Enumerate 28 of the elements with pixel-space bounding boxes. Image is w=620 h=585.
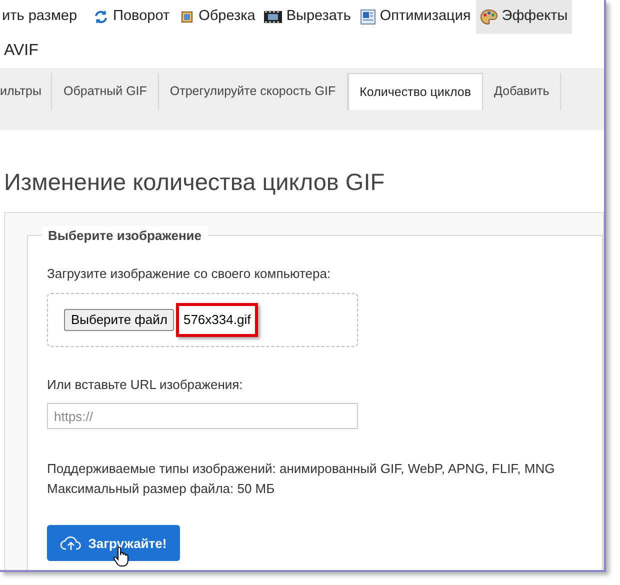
upload-button[interactable]: Загружайте! — [47, 525, 180, 562]
menu-item[interactable]: Вырезать — [260, 0, 355, 34]
choose-file-button[interactable]: Выберите файл — [64, 308, 174, 331]
crop-icon — [178, 9, 195, 25]
tab[interactable]: Количество циклов — [348, 73, 484, 110]
info-text: Максимальный размер файла: 50 МБ — [47, 480, 275, 498]
palette-icon — [480, 9, 498, 25]
submenu-item[interactable]: AVIF — [0, 34, 604, 68]
menu-item[interactable]: Эффекты — [476, 0, 572, 34]
film-strip-icon — [264, 10, 282, 24]
info-text: Поддерживаемые типы изображений: анимированный GIF, WebP, APNG, FLIF, MNG — [47, 460, 555, 478]
cloud-upload-icon — [60, 535, 82, 552]
file-drop-area[interactable]: Выберите файл 576x334.gif — [47, 292, 358, 347]
url-label: Или вставьте URL изображения: — [47, 376, 244, 394]
upload-label: Загрузите изображение со своего компьютера: — [47, 265, 332, 284]
tab[interactable]: Добавить — [483, 73, 562, 110]
menu-item[interactable]: Обрезка — [174, 0, 260, 34]
fieldset-legend: Выберите изображение — [42, 226, 208, 246]
image-file-icon — [360, 9, 376, 25]
tab[interactable]: Обратный GIF — [52, 73, 159, 110]
rotate-icon — [93, 9, 110, 25]
page-heading: Изменение количества циклов GIF — [3, 168, 386, 197]
menu-item[interactable]: ить размер — [0, 0, 90, 34]
file-name: 576x334.gif — [176, 303, 258, 336]
menu-item[interactable]: Поворот — [89, 0, 174, 34]
menu-item[interactable]: Оптимизация — [356, 0, 475, 34]
tab[interactable]: ильтры — [0, 73, 52, 110]
url-field[interactable]: https:// — [47, 403, 358, 430]
